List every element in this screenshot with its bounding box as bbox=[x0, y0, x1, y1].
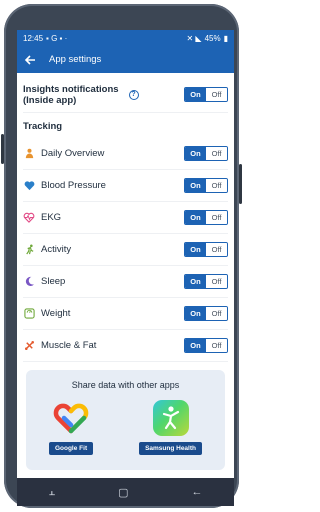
samsung-health-icon[interactable] bbox=[152, 400, 189, 436]
back-icon[interactable]: ← bbox=[192, 486, 203, 498]
insights-notifications-row: Insights notifications (Inside app) ? On… bbox=[23, 73, 228, 113]
toggle-on[interactable]: On bbox=[185, 88, 206, 101]
tracking-row-sleep: Sleep On Off bbox=[23, 266, 228, 298]
tracking-row-ekg: EKG On Off bbox=[23, 202, 228, 234]
insights-label: Insights notifications (Inside app) ? bbox=[23, 84, 139, 106]
power-button bbox=[239, 164, 242, 204]
share-title: Share data with other apps bbox=[71, 380, 180, 390]
toggle-on[interactable]: On bbox=[185, 243, 206, 256]
sleep-toggle[interactable]: On Off bbox=[184, 274, 228, 289]
app-bar: App settings bbox=[17, 46, 234, 73]
screen: 12:45 ▪ G ▪ · ✕ ◣ 45% ▮ App settings Ins… bbox=[17, 30, 234, 506]
person-icon bbox=[23, 148, 35, 160]
toggle-on[interactable]: On bbox=[185, 179, 206, 192]
ekg-heart-icon bbox=[23, 212, 35, 224]
muscle-icon bbox=[23, 340, 35, 352]
tracking-row-weight: Weight On Off bbox=[23, 298, 228, 330]
google-fit-button[interactable]: Google Fit bbox=[48, 442, 94, 455]
volume-button bbox=[1, 134, 4, 164]
running-icon bbox=[23, 244, 35, 256]
toggle-off[interactable]: Off bbox=[206, 147, 227, 160]
toggle-off[interactable]: Off bbox=[206, 307, 227, 320]
share-apps: Google Fit Samsung Health bbox=[26, 400, 225, 455]
activity-toggle[interactable]: On Off bbox=[184, 242, 228, 257]
status-bar: 12:45 ▪ G ▪ · ✕ ◣ 45% ▮ bbox=[17, 30, 234, 46]
insights-toggle[interactable]: On Off bbox=[184, 87, 228, 102]
toggle-off[interactable]: Off bbox=[206, 243, 227, 256]
scale-icon bbox=[23, 308, 35, 320]
toggle-off[interactable]: Off bbox=[206, 88, 227, 101]
samsung-health-app: Samsung Health bbox=[139, 400, 202, 455]
tracking-label: EKG bbox=[41, 212, 62, 223]
status-time: 12:45 bbox=[23, 33, 44, 43]
phone-frame: 12:45 ▪ G ▪ · ✕ ◣ 45% ▮ App settings Ins… bbox=[1, 4, 242, 508]
tracking-row-muscle-fat: Muscle & Fat On Off bbox=[23, 330, 228, 362]
tracking-title: Tracking bbox=[23, 121, 63, 132]
ekg-toggle[interactable]: On Off bbox=[184, 210, 228, 225]
moon-icon bbox=[23, 276, 35, 288]
weight-toggle[interactable]: On Off bbox=[184, 306, 228, 321]
google-fit-icon[interactable] bbox=[53, 400, 89, 436]
toggle-off[interactable]: Off bbox=[206, 339, 227, 352]
toggle-on[interactable]: On bbox=[185, 275, 206, 288]
google-fit-app: Google Fit bbox=[48, 400, 94, 455]
tracking-label: Muscle & Fat bbox=[41, 340, 97, 351]
tracking-list: Daily Overview On Off Blood Pressure On Of… bbox=[23, 138, 228, 362]
signal-icons: ✕ ◣ bbox=[186, 33, 202, 43]
home-icon[interactable]: ▢ bbox=[118, 486, 128, 499]
battery-icon: ▮ bbox=[223, 33, 228, 43]
tracking-row-activity: Activity On Off bbox=[23, 234, 228, 266]
heart-icon bbox=[23, 180, 35, 192]
toggle-on[interactable]: On bbox=[185, 211, 206, 224]
recents-icon[interactable]: ⫠ bbox=[48, 486, 55, 499]
tracking-label: Sleep bbox=[41, 276, 66, 287]
tracking-label: Activity bbox=[41, 244, 72, 255]
tracking-label: Daily Overview bbox=[41, 148, 105, 159]
insights-label-line1: Insights notifications bbox=[23, 83, 119, 95]
tracking-row-blood-pressure: Blood Pressure On Off bbox=[23, 170, 228, 202]
samsung-health-button[interactable]: Samsung Health bbox=[139, 442, 202, 455]
toggle-off[interactable]: Off bbox=[206, 211, 227, 224]
toggle-on[interactable]: On bbox=[185, 147, 206, 160]
help-icon[interactable]: ? bbox=[128, 89, 139, 100]
insights-label-line2: (Inside app) bbox=[23, 94, 77, 106]
daily-overview-toggle[interactable]: On Off bbox=[184, 146, 228, 161]
share-data-panel: Share data with other apps Google Fit Sa… bbox=[26, 370, 225, 470]
page-title: App settings bbox=[49, 54, 102, 65]
system-nav-bar: ⫠ ▢ ← bbox=[17, 478, 234, 506]
back-arrow-icon[interactable] bbox=[23, 53, 37, 67]
settings-list: Insights notifications (Inside app) ? On… bbox=[17, 73, 234, 470]
muscle-fat-toggle[interactable]: On Off bbox=[184, 338, 228, 353]
tracking-label: Weight bbox=[41, 308, 71, 319]
notification-icons: ▪ G ▪ · bbox=[46, 33, 68, 43]
blood-pressure-toggle[interactable]: On Off bbox=[184, 178, 228, 193]
toggle-off[interactable]: Off bbox=[206, 179, 227, 192]
battery-level: 45% bbox=[204, 33, 221, 43]
tracking-label: Blood Pressure bbox=[41, 180, 106, 191]
tracking-row-daily-overview: Daily Overview On Off bbox=[23, 138, 228, 170]
toggle-on[interactable]: On bbox=[185, 339, 206, 352]
toggle-off[interactable]: Off bbox=[206, 275, 227, 288]
toggle-on[interactable]: On bbox=[185, 307, 206, 320]
